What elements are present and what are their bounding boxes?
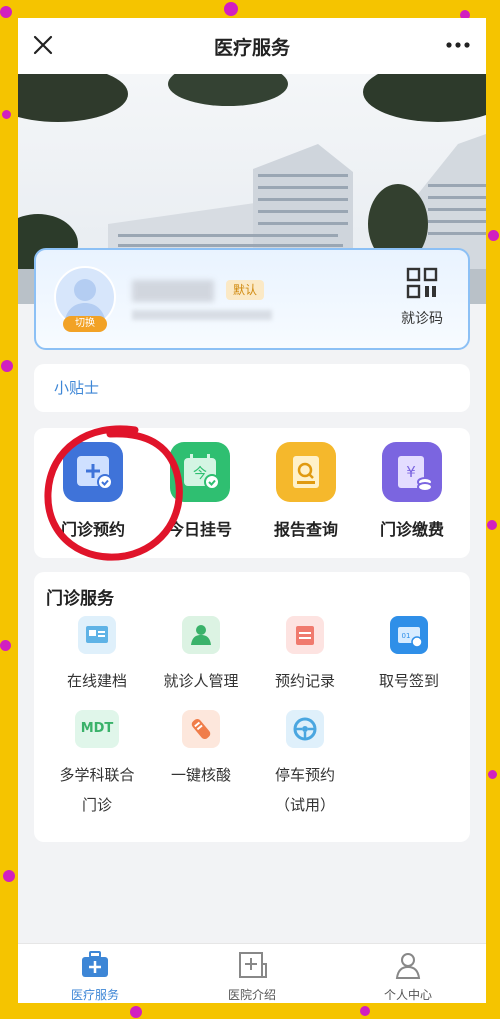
svg-text:01: 01 xyxy=(402,632,411,640)
bottom-tab-bar: 医疗服务 医院介绍 个人中心 xyxy=(18,943,486,1003)
service-mdt-clinic[interactable]: MDT 多学科联合 门诊 xyxy=(42,710,152,820)
default-tag: 默认 xyxy=(226,280,264,300)
record-icon xyxy=(286,616,324,654)
phone-screen: 医疗服务 切换 默认 就诊码 小贴士 门诊预约 今 今日挂号 报告查询 ¥ 门诊… xyxy=(18,18,486,1003)
more-options-icon[interactable] xyxy=(444,32,472,58)
decor-dot xyxy=(360,1006,370,1016)
page-title: 医疗服务 xyxy=(213,36,290,59)
patient-name-redacted xyxy=(132,280,214,302)
id-card-icon xyxy=(78,616,116,654)
patient-card[interactable]: 切换 默认 就诊码 xyxy=(34,248,470,350)
hospital-icon xyxy=(239,952,267,978)
tab-hospital-intro[interactable]: 医院介绍 xyxy=(202,950,302,1002)
quick-action-label: 门诊预约 xyxy=(60,520,125,539)
decor-dot xyxy=(224,2,238,16)
service-parking-reservation[interactable]: 停车预约 （试用） xyxy=(250,710,360,820)
service-label: 在线建档 xyxy=(66,672,127,690)
service-label: 停车预约 xyxy=(274,766,335,784)
service-label: 预约记录 xyxy=(274,672,335,690)
person-icon xyxy=(395,953,421,979)
quick-action-label: 今日挂号 xyxy=(167,520,232,539)
service-label-line2: （试用） xyxy=(274,796,335,814)
service-ticket-checkin[interactable]: 01 取号签到 xyxy=(354,616,464,696)
tab-medical-services[interactable]: 医疗服务 xyxy=(45,950,145,1002)
quick-action-outpatient-payment[interactable]: ¥ 门诊缴费 xyxy=(362,442,462,552)
payment-icon: ¥ xyxy=(382,442,442,502)
service-label: 一键核酸 xyxy=(170,766,231,784)
decor-dot xyxy=(0,640,11,651)
parking-icon xyxy=(286,710,324,748)
svg-text:¥: ¥ xyxy=(406,463,416,481)
tab-label: 个人中心 xyxy=(383,988,432,1002)
calendar-today-icon: 今 xyxy=(170,442,230,502)
service-label: 多学科联合 xyxy=(59,766,135,784)
service-patient-management[interactable]: 就诊人管理 xyxy=(146,616,256,696)
visit-code-label: 就诊码 xyxy=(401,311,443,327)
decor-dot xyxy=(3,870,15,882)
quick-action-today-registration[interactable]: 今 今日挂号 xyxy=(150,442,250,552)
service-label: 就诊人管理 xyxy=(163,672,239,690)
quick-action-label: 门诊缴费 xyxy=(379,520,444,539)
top-nav-bar: 医疗服务 xyxy=(18,18,486,74)
tab-label: 医疗服务 xyxy=(70,988,119,1002)
tips-bar[interactable]: 小贴士 xyxy=(34,364,470,412)
service-online-record[interactable]: 在线建档 xyxy=(42,616,152,696)
decor-dot xyxy=(1,360,13,372)
quick-action-report-query[interactable]: 报告查询 xyxy=(256,442,356,552)
decor-dot xyxy=(488,230,499,241)
patient-avatar[interactable]: 切换 xyxy=(54,266,116,332)
outpatient-services-panel: 门诊服务 在线建档 就诊人管理 预约记录 01 取号签到 MDT 多学科联合 门… xyxy=(34,572,470,842)
decor-dot xyxy=(0,6,12,18)
patient-id-redacted xyxy=(132,310,272,320)
quick-action-label: 报告查询 xyxy=(273,520,338,539)
decor-dot xyxy=(130,1006,142,1018)
decor-dot xyxy=(488,770,497,779)
mdt-icon-text: MDT xyxy=(80,721,114,736)
mdt-icon: MDT xyxy=(75,710,119,748)
decor-dot xyxy=(487,520,497,530)
service-label: 取号签到 xyxy=(378,672,439,690)
ticket-checkin-icon: 01 xyxy=(390,616,428,654)
visit-code-button[interactable]: 就诊码 xyxy=(392,266,452,336)
close-icon[interactable] xyxy=(30,32,56,58)
quick-action-outpatient-appointment[interactable]: 门诊预约 xyxy=(43,442,143,552)
section-title: 门诊服务 xyxy=(46,589,114,609)
service-one-click-nucleic-acid[interactable]: 一键核酸 xyxy=(146,710,256,790)
medical-kit-icon xyxy=(82,951,108,977)
service-label-line2: 门诊 xyxy=(81,796,112,814)
qr-code-icon xyxy=(406,267,438,299)
appointment-icon xyxy=(63,442,123,502)
quick-actions-panel: 门诊预约 今 今日挂号 报告查询 ¥ 门诊缴费 xyxy=(34,428,470,558)
report-search-icon xyxy=(276,442,336,502)
tab-label: 医院介绍 xyxy=(227,988,276,1002)
patient-manage-icon xyxy=(182,616,220,654)
switch-patient-badge[interactable]: 切换 xyxy=(63,316,107,332)
swab-test-icon xyxy=(182,710,220,748)
decor-dot xyxy=(2,110,11,119)
tab-personal-center[interactable]: 个人中心 xyxy=(358,950,458,1002)
service-appointment-records[interactable]: 预约记录 xyxy=(250,616,360,696)
